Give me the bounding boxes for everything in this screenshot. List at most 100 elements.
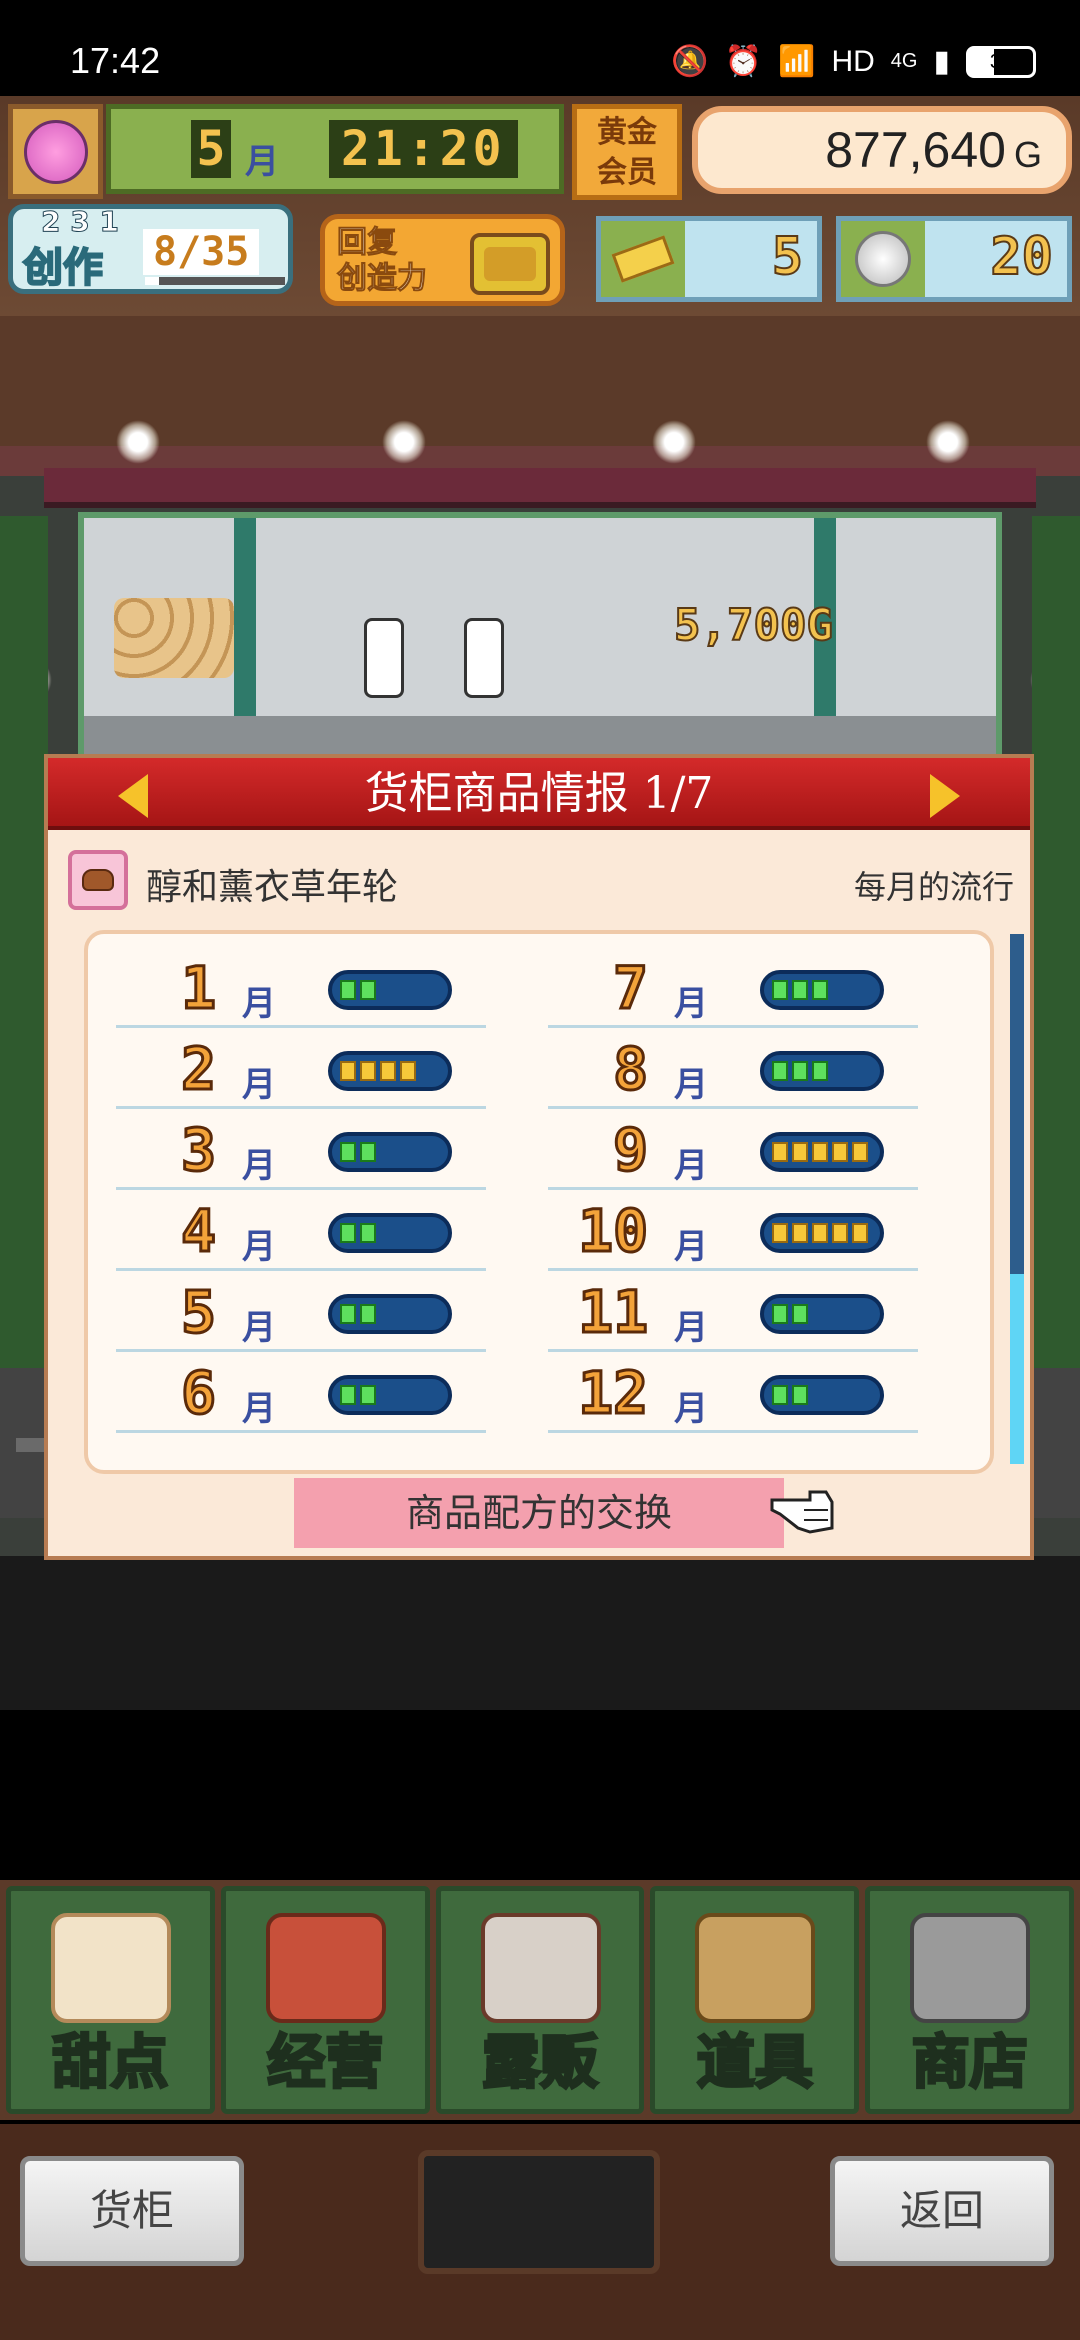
month-row: 4月 bbox=[116, 1191, 486, 1271]
scrollbar-thumb[interactable] bbox=[1010, 1274, 1024, 1464]
menu-stall[interactable]: 露贩 bbox=[435, 1886, 645, 2114]
ticket-icon bbox=[601, 221, 685, 297]
gauge-segment bbox=[360, 1385, 376, 1405]
shop-interior[interactable]: 5,700G bbox=[78, 512, 1002, 772]
month-number: 2 bbox=[180, 1034, 218, 1105]
month-unit: 月 bbox=[674, 1146, 708, 1186]
bottom-bar: 货柜 返回 bbox=[0, 2124, 1080, 2340]
gauge-segment bbox=[812, 1142, 828, 1162]
gauge-segment bbox=[400, 1061, 416, 1081]
center-slot bbox=[418, 2150, 660, 2274]
gauge-segment bbox=[832, 1142, 848, 1162]
month-number: 10 bbox=[577, 1196, 650, 1267]
popularity-gauge bbox=[760, 1294, 884, 1334]
gauge-segment bbox=[360, 1061, 376, 1081]
month-number: 5 bbox=[180, 1277, 218, 1348]
staff-chef bbox=[364, 618, 404, 698]
menu-label: 露贩 bbox=[480, 2027, 599, 2098]
bread-display bbox=[114, 598, 234, 678]
popularity-gauge bbox=[328, 1132, 452, 1172]
trend-label: 每月的流行 bbox=[853, 868, 1014, 906]
ceiling-light bbox=[652, 420, 696, 464]
gauge-segment bbox=[340, 1223, 356, 1243]
month-row: 1月 bbox=[116, 948, 486, 1028]
ticket-count: 5 bbox=[771, 226, 804, 288]
gold-member-line2: 会员 bbox=[597, 155, 657, 190]
store-icon bbox=[265, 1913, 386, 2023]
create-power-button[interactable]: 2 3 1 创作 8/35 bbox=[8, 204, 293, 294]
month-row: 5月 bbox=[116, 1272, 486, 1352]
month-row: 6月 bbox=[116, 1353, 486, 1433]
gauge-segment bbox=[792, 1142, 808, 1162]
status-time: 17:42 bbox=[70, 40, 161, 81]
gauge-segment bbox=[360, 980, 376, 1000]
menu-items[interactable]: 道具 bbox=[650, 1886, 860, 2114]
gauge-segment bbox=[812, 980, 828, 1000]
gauge-segment bbox=[360, 1223, 376, 1243]
gold-member-button[interactable]: 黄金 会员 bbox=[572, 104, 682, 200]
back-button[interactable]: 返回 bbox=[830, 2156, 1054, 2266]
bottom-menu: 甜点 经营 露贩 道具 商店 bbox=[0, 1880, 1080, 2120]
ceiling-light bbox=[382, 420, 426, 464]
tree-right bbox=[1032, 516, 1080, 1416]
gauge-segment bbox=[360, 1142, 376, 1162]
ceiling-light bbox=[116, 420, 160, 464]
gauge-segment bbox=[772, 1223, 788, 1243]
month-number: 8 bbox=[612, 1034, 650, 1105]
popularity-gauge bbox=[760, 1132, 884, 1172]
month-number: 6 bbox=[180, 1358, 218, 1429]
battery-icon: 39 bbox=[966, 45, 1036, 78]
month-unit: 月 bbox=[674, 1389, 708, 1429]
panel-header: 货柜商品情报 1/7 bbox=[48, 758, 1030, 830]
month-number: 4 bbox=[180, 1196, 218, 1267]
month-row: 11 月 bbox=[548, 1272, 918, 1352]
month-number: 5 bbox=[191, 120, 231, 178]
signal-icon: ▮ bbox=[933, 45, 950, 78]
menu-management[interactable]: 经营 bbox=[220, 1886, 430, 2114]
shelf-info-panel: 货柜商品情报 1/7 醇和薰衣草年轮 每月的流行 1月2月3月4月5月6月 7月… bbox=[44, 754, 1034, 1560]
shop-avatar-button[interactable] bbox=[8, 104, 103, 199]
restore-creativity-button[interactable]: 回复 创造力 bbox=[320, 214, 565, 306]
month-unit: 月 bbox=[674, 1065, 708, 1105]
month-unit: 月 bbox=[242, 1065, 276, 1105]
menu-label: 商店 bbox=[910, 2027, 1029, 2098]
create-label: 创作 bbox=[22, 244, 104, 292]
month-unit: 月 bbox=[242, 984, 276, 1024]
next-arrow-icon[interactable] bbox=[930, 774, 960, 818]
month-number: 9 bbox=[612, 1115, 650, 1186]
money-value: 877,640 bbox=[825, 122, 1006, 178]
month-number: 1 bbox=[180, 953, 218, 1024]
month-label: 月 bbox=[245, 141, 279, 182]
gauge-segment bbox=[792, 1385, 808, 1405]
month-unit: 月 bbox=[674, 1227, 708, 1267]
menu-label: 道具 bbox=[695, 2027, 814, 2098]
recipe-exchange-button[interactable]: 商品配方的交换 bbox=[294, 1478, 784, 1548]
scrollbar[interactable] bbox=[1010, 934, 1024, 1464]
food-truck-icon bbox=[480, 1913, 601, 2023]
restore-line2: 创造力 bbox=[337, 261, 428, 297]
floating-price: 5,700G bbox=[673, 599, 834, 652]
medal-counter[interactable]: 20 bbox=[836, 216, 1072, 302]
month-number: 12 bbox=[577, 1358, 650, 1429]
shelf-button[interactable]: 货柜 bbox=[20, 2156, 244, 2266]
shop-awning bbox=[44, 468, 1036, 508]
gauge-segment bbox=[772, 1061, 788, 1081]
month-number: 11 bbox=[577, 1277, 650, 1348]
pointing-hand-icon bbox=[770, 1490, 834, 1534]
popularity-gauge bbox=[328, 970, 452, 1010]
create-progress-fill bbox=[145, 277, 159, 285]
item-row: 醇和薰衣草年轮 每月的流行 bbox=[68, 850, 1018, 910]
gauge-segment bbox=[792, 1223, 808, 1243]
popularity-gauge bbox=[760, 1051, 884, 1091]
month-unit: 月 bbox=[242, 1146, 276, 1186]
menu-shop[interactable]: 商店 bbox=[865, 1886, 1074, 2114]
wifi-icon: 📶 bbox=[778, 45, 816, 78]
month-unit: 月 bbox=[242, 1308, 276, 1348]
menu-dessert[interactable]: 甜点 bbox=[6, 1886, 215, 2114]
tv-icon bbox=[470, 233, 550, 295]
gold-member-line1: 黄金 bbox=[597, 115, 657, 150]
menu-label: 甜点 bbox=[51, 2027, 170, 2098]
month-row: 10 月 bbox=[548, 1191, 918, 1271]
gauge-segment bbox=[772, 1304, 788, 1324]
ticket-counter[interactable]: 5 bbox=[596, 216, 822, 302]
